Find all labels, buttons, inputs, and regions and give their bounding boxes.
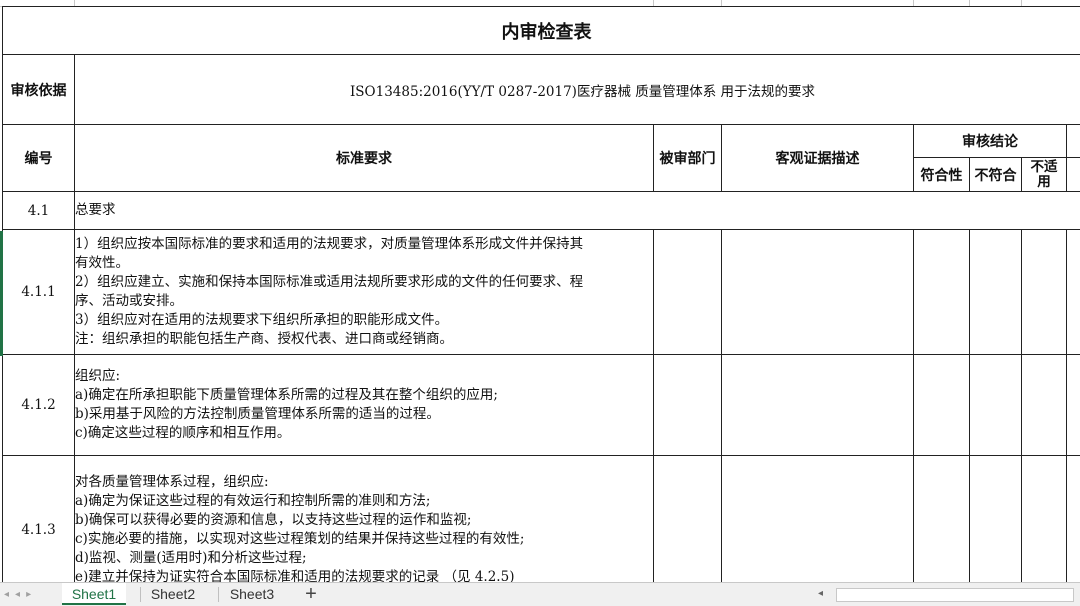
requirement-cell[interactable]: 总要求 — [75, 192, 1080, 230]
header-conforms[interactable]: 符合性 — [914, 158, 970, 192]
requirement-line: a)确定在所承担职能下质量管理体系所需的过程及其在整个组织的应用; — [75, 386, 653, 405]
empty-cell[interactable] — [1067, 355, 1080, 456]
requirement-cell[interactable]: 对各质量管理体系过程，组织应: a)确定为保证这些过程的有效运行和控制所需的准则… — [75, 456, 654, 583]
requirement-cell[interactable]: 组织应: a)确定在所承担职能下质量管理体系所需的过程及其在整个组织的应用; b… — [75, 355, 654, 456]
basis-text-cell[interactable]: ISO13485:2016(YY/T 0287-2017)医疗器械 质量管理体系… — [75, 55, 1080, 125]
header-number[interactable]: 编号 — [3, 125, 75, 192]
nonconforms-cell[interactable] — [970, 355, 1022, 456]
conforms-cell[interactable] — [914, 355, 970, 456]
row-number[interactable]: 4.1.1 — [3, 230, 75, 355]
requirement-line: 组织应: — [75, 367, 653, 386]
requirement-line: 序、活动或安排。 — [75, 292, 653, 311]
requirement-line: 3）组织应对在适用的法规要求下组织所承担的职能形成文件。 — [75, 311, 653, 330]
requirement-line: c)实施必要的措施，以实现对这些过程策划的结果并保持这些过程的有效性; — [75, 530, 653, 549]
table-row: 4.1.2 组织应: a)确定在所承担职能下质量管理体系所需的过程及其在整个组织… — [3, 355, 1080, 456]
empty-cell[interactable] — [1067, 230, 1080, 355]
audit-checklist-table: 内审检查表 审核依据 ISO13485:2016(YY/T 0287-2017)… — [2, 6, 1080, 582]
header-na-line1: 不适 — [1022, 160, 1066, 175]
header-not-applicable[interactable]: 不适 用 — [1022, 158, 1067, 192]
conforms-cell[interactable] — [914, 230, 970, 355]
not-applicable-cell[interactable] — [1022, 456, 1067, 583]
row-number[interactable]: 4.1 — [3, 192, 75, 230]
sheet-title[interactable]: 内审检查表 — [3, 7, 1080, 55]
tab-sheet3[interactable]: Sheet3 — [220, 583, 284, 605]
plus-icon[interactable]: + — [300, 583, 322, 605]
requirement-line: c)确定这些过程的顺序和相互作用。 — [75, 424, 653, 443]
conforms-cell[interactable] — [914, 456, 970, 583]
table-row: 4.1.1 1）组织应按本国际标准的要求和适用的法规要求，对质量管理体系形成文件… — [3, 230, 1080, 355]
table-row: 4.1 总要求 — [3, 192, 1080, 230]
row-number[interactable]: 4.1.2 — [3, 355, 75, 456]
horizontal-scrollbar[interactable] — [836, 588, 1074, 602]
header-conclusion[interactable]: 审核结论 — [914, 125, 1067, 158]
nav-first-icon[interactable]: ◂ — [4, 589, 9, 600]
tab-sheet2[interactable]: Sheet2 — [142, 583, 204, 605]
header-requirement[interactable]: 标准要求 — [75, 125, 654, 192]
tab-separator — [218, 587, 219, 602]
evidence-cell[interactable] — [722, 456, 914, 583]
tab-sheet1[interactable]: Sheet1 — [62, 583, 126, 605]
requirement-cell[interactable]: 1）组织应按本国际标准的要求和适用的法规要求，对质量管理体系形成文件并保持其 有… — [75, 230, 654, 355]
scroll-left-icon[interactable]: ◂ — [818, 588, 823, 599]
requirement-line: e)建立并保持为证实符合本国际标准和适用的法规要求的记录 （见 4.2.5) — [75, 568, 653, 583]
department-cell[interactable] — [654, 355, 722, 456]
nav-next-icon[interactable]: ▸ — [26, 589, 31, 600]
requirement-line: 有效性。 — [75, 254, 653, 273]
header-evidence[interactable]: 客观证据描述 — [722, 125, 914, 192]
nav-prev-icon[interactable]: ◂ — [15, 589, 20, 600]
sheet-tab-bar: ◂ ◂ ▸ Sheet1 Sheet2 Sheet3 + ◂ — [0, 582, 1080, 606]
spreadsheet-grid[interactable]: 内审检查表 审核依据 ISO13485:2016(YY/T 0287-2017)… — [0, 6, 1080, 582]
requirement-line: 2）组织应建立、实施和保持本国际标准或适用法规所要求形成的文件的任何要求、程 — [75, 273, 653, 292]
requirement-line: 1）组织应按本国际标准的要求和适用的法规要求，对质量管理体系形成文件并保持其 — [75, 235, 653, 254]
basis-label-cell[interactable]: 审核依据 — [3, 55, 75, 125]
requirement-line: a)确定为保证这些过程的有效运行和控制所需的准则和方法; — [75, 492, 653, 511]
sheet-nav-buttons[interactable]: ◂ ◂ ▸ — [4, 587, 60, 602]
department-cell[interactable] — [654, 230, 722, 355]
nonconforms-cell[interactable] — [970, 230, 1022, 355]
requirement-line: d)监视、测量(适用时)和分析这些过程; — [75, 549, 653, 568]
empty-cell[interactable] — [1067, 158, 1080, 192]
evidence-cell[interactable] — [722, 230, 914, 355]
header-nonconforms[interactable]: 不符合 — [970, 158, 1022, 192]
requirement-line: b)采用基于风险的方法控制质量管理体系所需的适当的过程。 — [75, 405, 653, 424]
not-applicable-cell[interactable] — [1022, 230, 1067, 355]
tab-separator — [140, 587, 141, 602]
nonconforms-cell[interactable] — [970, 456, 1022, 583]
empty-cell[interactable] — [1067, 456, 1080, 583]
requirement-line: 注：组织承担的职能包括生产商、授权代表、进口商或经销商。 — [75, 330, 653, 349]
table-row: 4.1.3 对各质量管理体系过程，组织应: a)确定为保证这些过程的有效运行和控… — [3, 456, 1080, 583]
requirement-line: 总要求 — [75, 201, 1080, 220]
evidence-cell[interactable] — [722, 355, 914, 456]
header-na-line2: 用 — [1022, 175, 1066, 190]
empty-cell[interactable] — [1067, 125, 1080, 158]
selection-indicator — [0, 231, 3, 356]
not-applicable-cell[interactable] — [1022, 355, 1067, 456]
header-department[interactable]: 被审部门 — [654, 125, 722, 192]
requirement-line: b)确保可以获得必要的资源和信息，以支持这些过程的运作和监视; — [75, 511, 653, 530]
row-number[interactable]: 4.1.3 — [3, 456, 75, 583]
department-cell[interactable] — [654, 456, 722, 583]
requirement-line: 对各质量管理体系过程，组织应: — [75, 473, 653, 492]
